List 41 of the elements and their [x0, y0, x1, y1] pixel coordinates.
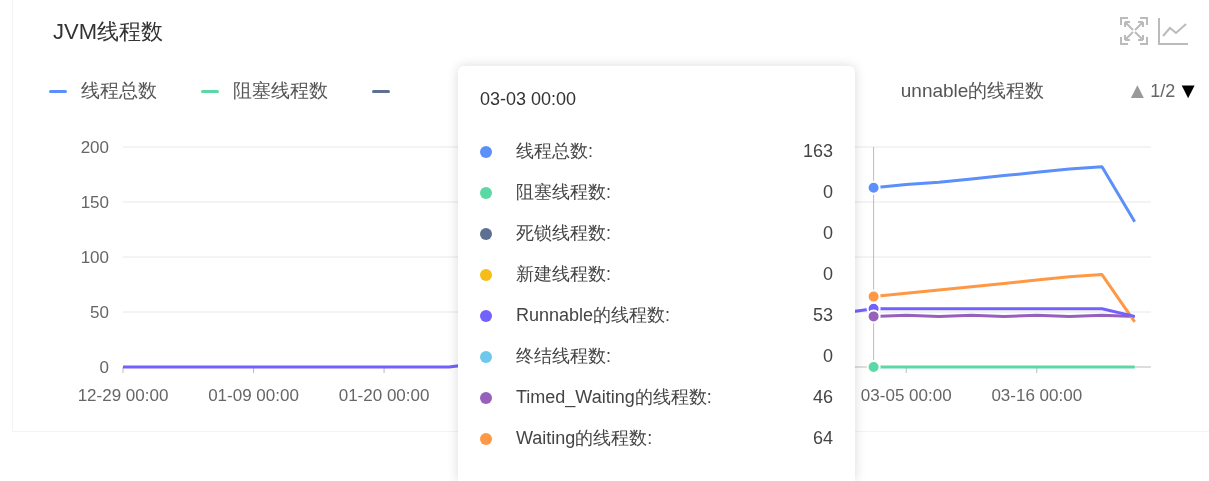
tooltip-label: 死锁线程数:: [516, 222, 612, 245]
tooltip-value: 64: [812, 427, 833, 450]
tooltip-title: 03-03 00:00: [480, 88, 578, 111]
y-axis-label: 150: [80, 193, 109, 212]
y-axis-label: 200: [80, 138, 109, 157]
x-axis-label: 03-16 00:00: [991, 386, 1083, 405]
y-axis-label: 50: [90, 303, 109, 322]
chart-title: JVM线程数: [53, 17, 163, 46]
tooltip-value: 163: [802, 140, 833, 163]
tooltip-value: 0: [823, 181, 833, 204]
x-axis-label: 12-29 00:00: [77, 386, 169, 405]
tooltip-label: Runnable的线程数:: [516, 304, 672, 327]
hover-point: [866, 180, 881, 195]
tooltip-value: 0: [823, 263, 833, 286]
hover-point: [866, 360, 881, 374]
legend-marker[interactable]: [372, 89, 390, 93]
tooltip-value: 46: [812, 386, 833, 409]
legend-label: 阻塞线程数: [233, 78, 328, 103]
legend-item[interactable]: 线程总数: [49, 76, 157, 106]
x-axis-label: 01-09 00:00: [208, 386, 299, 405]
y-axis-label: 100: [80, 248, 109, 267]
legend-item[interactable]: 阻塞线程数: [201, 76, 328, 106]
y-axis-label: 0: [99, 358, 109, 377]
tooltip-label: Timed_Waiting的线程数:: [516, 386, 713, 410]
legend-label: 线程总数: [81, 78, 157, 103]
x-axis-label: 01-20 00:00: [338, 386, 430, 405]
tooltip-label: Waiting的线程数:: [516, 427, 654, 450]
hover-point: [866, 289, 881, 304]
legend-label[interactable]: unnable的线程数: [900, 76, 1045, 106]
tooltip-value: 0: [823, 345, 833, 368]
x-axis-label: 03-05 00:00: [860, 386, 952, 405]
tooltip-label: 终结线程数:: [516, 345, 612, 368]
tooltip-label: 阻塞线程数:: [516, 181, 612, 204]
tooltip-label: 线程总数:: [516, 140, 594, 163]
tooltip-value: 53: [812, 304, 833, 327]
page-indicator: 1/2: [1150, 79, 1176, 103]
line-chart-icon[interactable]: [1157, 16, 1189, 46]
tooltip-value: 0: [823, 222, 833, 245]
fullscreen-icon[interactable]: [1119, 16, 1149, 46]
next-page-button[interactable]: ▼: [1177, 80, 1199, 102]
tooltip-label: 新建线程数:: [516, 263, 612, 286]
